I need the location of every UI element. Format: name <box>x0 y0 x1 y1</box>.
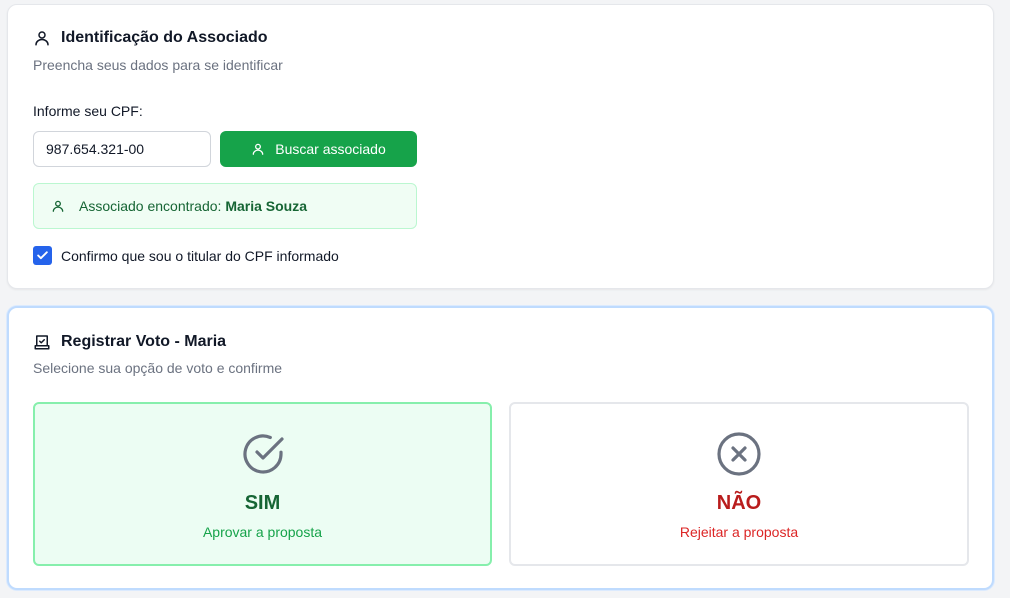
check-icon <box>36 249 49 262</box>
confirm-holder-checkbox[interactable] <box>33 246 52 265</box>
associate-found-text: Associado encontrado: Maria Souza <box>79 198 307 214</box>
vote-title: Registrar Voto - Maria <box>33 333 226 351</box>
vote-card: Registrar Voto - Maria Selecione sua opç… <box>7 306 994 590</box>
identification-title-text: Identificação do Associado <box>61 29 268 46</box>
confirm-holder-label[interactable]: Confirmo que sou o titular do CPF inform… <box>61 248 339 264</box>
identification-card: Identificação do Associado Preencha seus… <box>7 4 994 289</box>
vote-title-text: Registrar Voto - Maria <box>61 333 227 350</box>
confirm-holder-row: Confirmo que sou o titular do CPF inform… <box>33 246 339 265</box>
vote-option-yes-description: Aprovar a proposta <box>202 524 323 540</box>
associate-found-alert: Associado encontrado: Maria Souza <box>33 183 417 229</box>
check-circle-icon <box>239 430 287 478</box>
ballot-box-icon <box>33 333 51 351</box>
vote-subtitle: Selecione sua opção de voto e confirme <box>33 360 283 376</box>
cpf-label: Informe seu CPF: <box>33 103 143 119</box>
cpf-input[interactable] <box>33 131 211 167</box>
user-icon <box>251 142 265 156</box>
search-associate-button[interactable]: Buscar associado <box>220 131 417 167</box>
vote-option-yes-title: SIM <box>244 492 281 514</box>
vote-option-no-title: NÃO <box>716 492 762 514</box>
associate-found-name: Maria Souza <box>225 198 308 214</box>
vote-option-yes[interactable]: SIM Aprovar a proposta <box>33 402 492 566</box>
user-icon <box>51 199 65 213</box>
identification-title: Identificação do Associado <box>33 29 268 47</box>
user-icon <box>33 29 51 47</box>
vote-option-no-description: Rejeitar a proposta <box>679 524 799 540</box>
x-circle-icon <box>715 430 763 478</box>
identification-subtitle: Preencha seus dados para se identificar <box>33 57 283 73</box>
search-associate-label: Buscar associado <box>275 141 386 157</box>
vote-option-no[interactable]: NÃO Rejeitar a proposta <box>509 402 969 566</box>
associate-found-prefix: Associado encontrado: <box>79 198 226 214</box>
